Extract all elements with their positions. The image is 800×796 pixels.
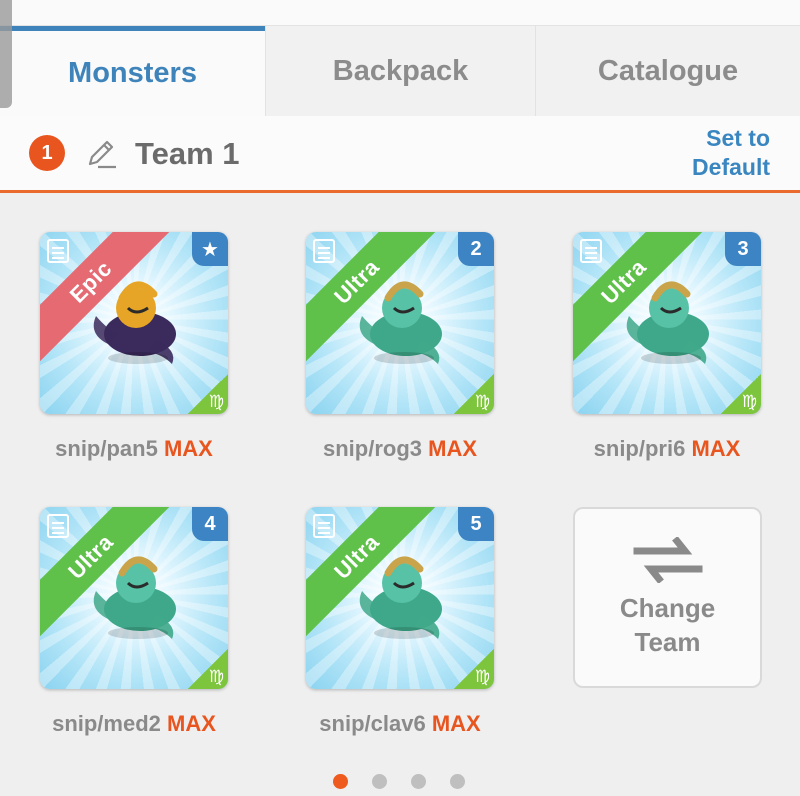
virgo-icon: ♍ — [474, 667, 490, 687]
monster-caption: snip/clav6 MAX — [266, 711, 534, 737]
slot-number-badge: 3 — [725, 232, 761, 266]
monster-level: MAX — [163, 436, 213, 461]
page-dot[interactable] — [411, 774, 426, 789]
page-dot[interactable] — [372, 774, 387, 789]
monster-caption: snip/rog3 MAX — [266, 436, 534, 462]
monster-card[interactable]: Epic ★ ♍ — [40, 232, 228, 414]
monster-level: MAX — [167, 711, 216, 736]
status-strip — [0, 0, 800, 26]
tab-catalogue[interactable]: Catalogue — [535, 26, 800, 116]
monster-name: snip/rog3 — [322, 436, 422, 461]
virgo-icon: ♍ — [208, 667, 224, 687]
side-drawer-handle[interactable] — [0, 0, 12, 108]
slot-number-badge: 4 — [192, 507, 228, 541]
notes-icon[interactable] — [313, 239, 335, 263]
notes-icon[interactable] — [47, 239, 69, 263]
tab-monsters[interactable]: Monsters — [0, 26, 265, 116]
team-name[interactable]: Team 1 — [135, 136, 240, 172]
team-header: 1 Team 1 Set to Default — [0, 116, 800, 193]
virgo-icon: ♍ — [474, 392, 490, 412]
monster-caption: snip/pri6 MAX — [533, 436, 800, 462]
slot-number-badge: 5 — [458, 507, 494, 541]
slot-number-badge: 2 — [458, 232, 494, 266]
monster-caption: snip/pan5 MAX — [0, 436, 268, 462]
set-to-default-label-1: Set to — [706, 125, 770, 151]
pencil-icon[interactable] — [84, 136, 118, 170]
monster-caption: snip/med2 MAX — [0, 711, 268, 737]
set-to-default-label-2: Default — [692, 154, 770, 180]
notes-icon[interactable] — [580, 239, 602, 263]
monster-name: snip/pri6 — [593, 436, 686, 461]
page-indicator — [333, 774, 465, 789]
page-dot[interactable] — [450, 774, 465, 789]
monster-level: MAX — [691, 436, 741, 461]
page-dot[interactable] — [333, 774, 348, 789]
swap-arrows-icon — [633, 536, 702, 583]
leader-star-badge: ★ — [192, 232, 228, 266]
virgo-icon: ♍ — [208, 392, 224, 412]
change-team-button[interactable]: Change Team — [573, 507, 762, 688]
virgo-icon: ♍ — [741, 392, 757, 412]
tab-backpack[interactable]: Backpack — [265, 26, 535, 116]
monster-card[interactable]: Ultra 3 ♍ — [573, 232, 761, 414]
monster-card[interactable]: Ultra 5 ♍ — [306, 507, 494, 689]
monster-name: snip/pan5 — [55, 436, 158, 461]
notes-icon[interactable] — [47, 514, 69, 538]
change-team-label-2: Team — [634, 626, 701, 657]
notes-icon[interactable] — [313, 514, 335, 538]
monster-name: snip/med2 — [52, 711, 161, 736]
monster-level: MAX — [431, 711, 481, 736]
team-number-badge: 1 — [29, 135, 65, 171]
monster-name: snip/clav6 — [319, 711, 426, 736]
tab-bar: Monsters Backpack Catalogue — [0, 26, 800, 116]
monster-card[interactable]: Ultra 4 ♍ — [40, 507, 228, 689]
monster-card[interactable]: Ultra 2 ♍ — [306, 232, 494, 414]
change-team-label-1: Change — [619, 592, 716, 623]
set-to-default-button[interactable]: Set to Default — [640, 124, 770, 182]
monster-level: MAX — [428, 436, 478, 461]
